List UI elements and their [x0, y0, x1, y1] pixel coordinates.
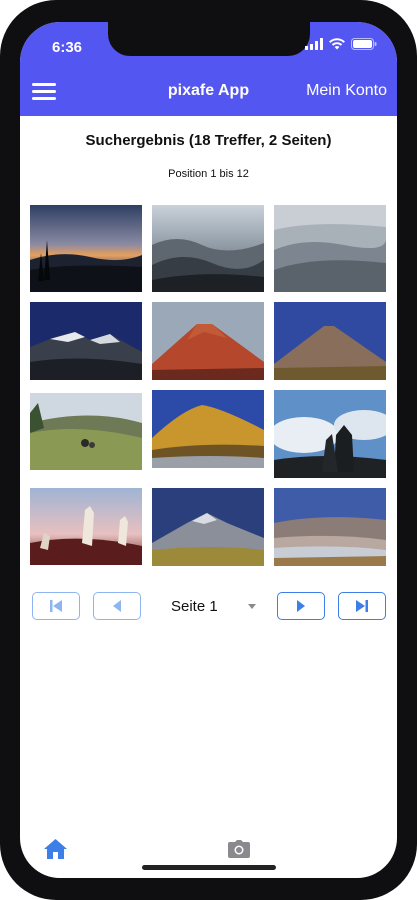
photo-thumbnail[interactable]: [152, 488, 264, 566]
home-icon: [44, 839, 67, 859]
skip-last-icon: [356, 600, 368, 612]
previous-page-button[interactable]: [93, 592, 141, 620]
caret-down-icon[interactable]: [248, 604, 256, 609]
photo-thumbnail[interactable]: [30, 488, 142, 565]
camera-icon: [228, 840, 250, 858]
wifi-icon: [329, 38, 345, 50]
photo-thumbnail[interactable]: [274, 488, 386, 566]
photo-thumbnail[interactable]: [152, 205, 264, 292]
photo-thumbnail[interactable]: [274, 205, 386, 292]
signal-icon: [305, 38, 323, 50]
last-page-button[interactable]: [338, 592, 386, 620]
account-link[interactable]: Mein Konto: [306, 82, 387, 100]
photo-thumbnail[interactable]: [274, 302, 386, 380]
home-indicator: [142, 865, 276, 870]
battery-icon: [351, 38, 377, 50]
chevron-left-icon: [113, 600, 121, 612]
chevron-right-icon: [297, 600, 305, 612]
photo-thumbnail[interactable]: [30, 205, 142, 292]
photo-thumbnail[interactable]: [274, 390, 386, 478]
next-page-button[interactable]: [277, 592, 325, 620]
tab-home[interactable]: [43, 838, 68, 865]
results-position: Position 1 bis 12: [168, 168, 249, 180]
tab-bar: [20, 838, 397, 878]
app-header: 6:36 pixafe App Mein Konto: [20, 22, 397, 116]
pagination: Seite 1: [20, 592, 397, 622]
skip-first-icon: [50, 600, 62, 612]
page-selector[interactable]: Seite 1: [171, 598, 218, 615]
first-page-button[interactable]: [32, 592, 80, 620]
status-icons: [305, 38, 377, 50]
status-time: 6:36: [52, 39, 83, 56]
tab-camera[interactable]: [228, 840, 250, 863]
phone-frame: 6:36 pixafe App Mein Konto Suchergebnis …: [0, 0, 417, 900]
photo-thumbnail[interactable]: [30, 302, 142, 380]
photo-thumbnail[interactable]: [152, 390, 264, 468]
photo-thumbnail[interactable]: [152, 302, 264, 380]
photo-thumbnail[interactable]: [30, 393, 142, 470]
app-screen: 6:36 pixafe App Mein Konto Suchergebnis …: [20, 22, 397, 878]
results-title: Suchergebnis (18 Treffer, 2 Seiten): [85, 132, 332, 149]
device-notch: [108, 22, 310, 56]
